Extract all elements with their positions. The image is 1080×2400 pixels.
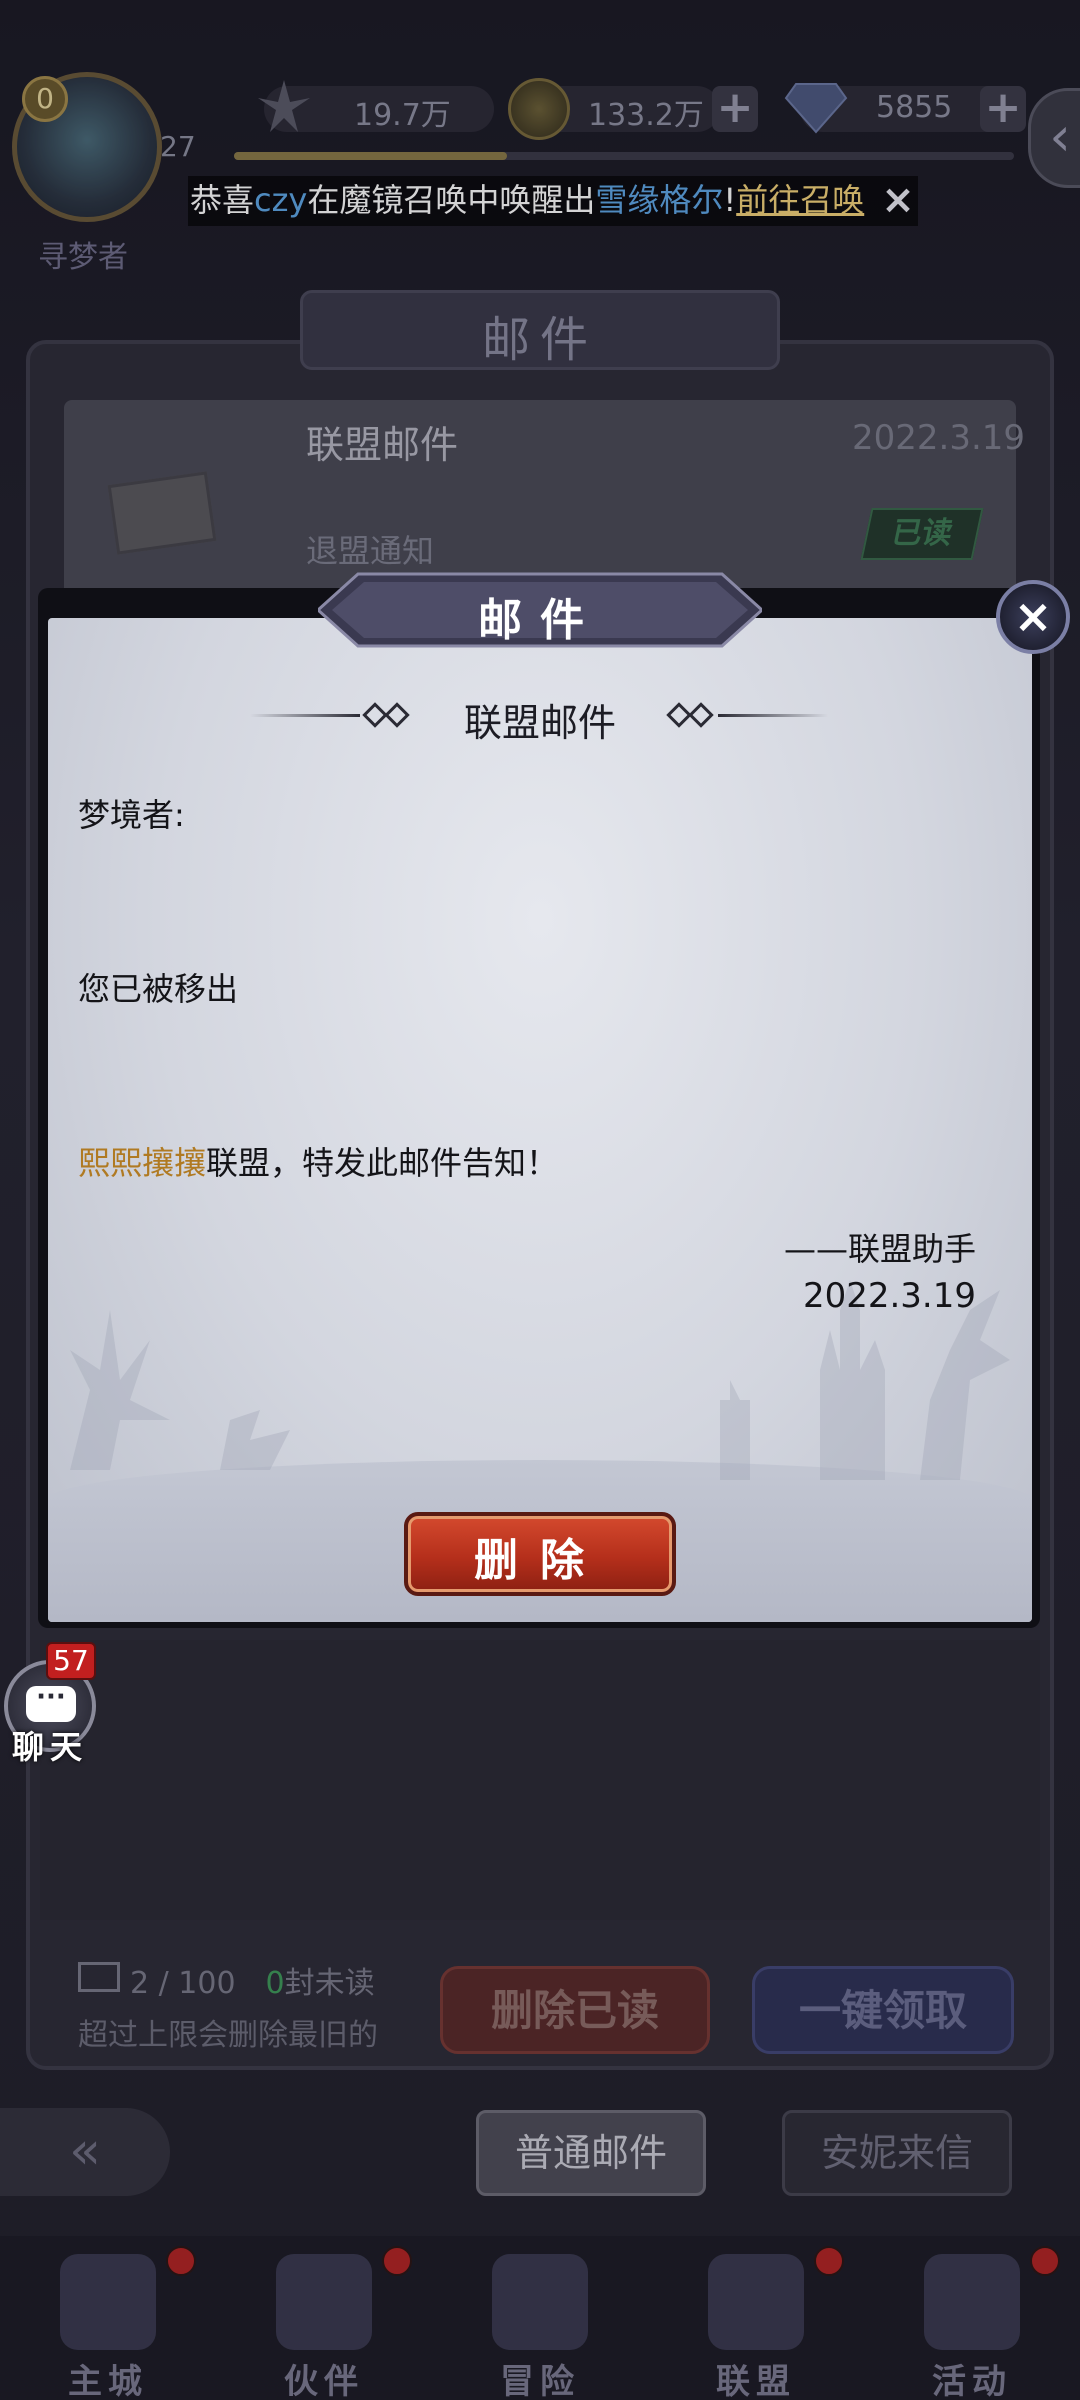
mail-line-1: 您已被移出 bbox=[78, 970, 239, 1008]
mail-signature: ——联盟助手 bbox=[783, 1230, 976, 1268]
delete-button-label: 删除 bbox=[474, 1535, 606, 1586]
mail-dialog-title: 邮件 bbox=[478, 595, 602, 646]
close-icon[interactable]: × bbox=[996, 580, 1070, 654]
mail-date: 2022.3.19 bbox=[802, 1276, 976, 1316]
mail-line-2: 熙熙攘攘联盟，特发此邮件告知！ bbox=[78, 1138, 558, 1184]
heading-ornament-right bbox=[718, 714, 828, 717]
mail-heading: 联盟邮件 bbox=[463, 701, 616, 745]
mail-greeting: 梦境者: bbox=[78, 796, 185, 834]
chat-bubble-icon: ··· bbox=[26, 1684, 76, 1722]
chat-unread-badge: 57 bbox=[46, 1642, 96, 1680]
spooky-tree-decoration bbox=[60, 1270, 350, 1470]
chat-label: 聊天 bbox=[11, 1728, 88, 1766]
mail-line-2-rest: 联盟，特发此邮件告知！ bbox=[206, 1144, 559, 1182]
alliance-name: 熙熙攘攘 bbox=[78, 1144, 207, 1182]
